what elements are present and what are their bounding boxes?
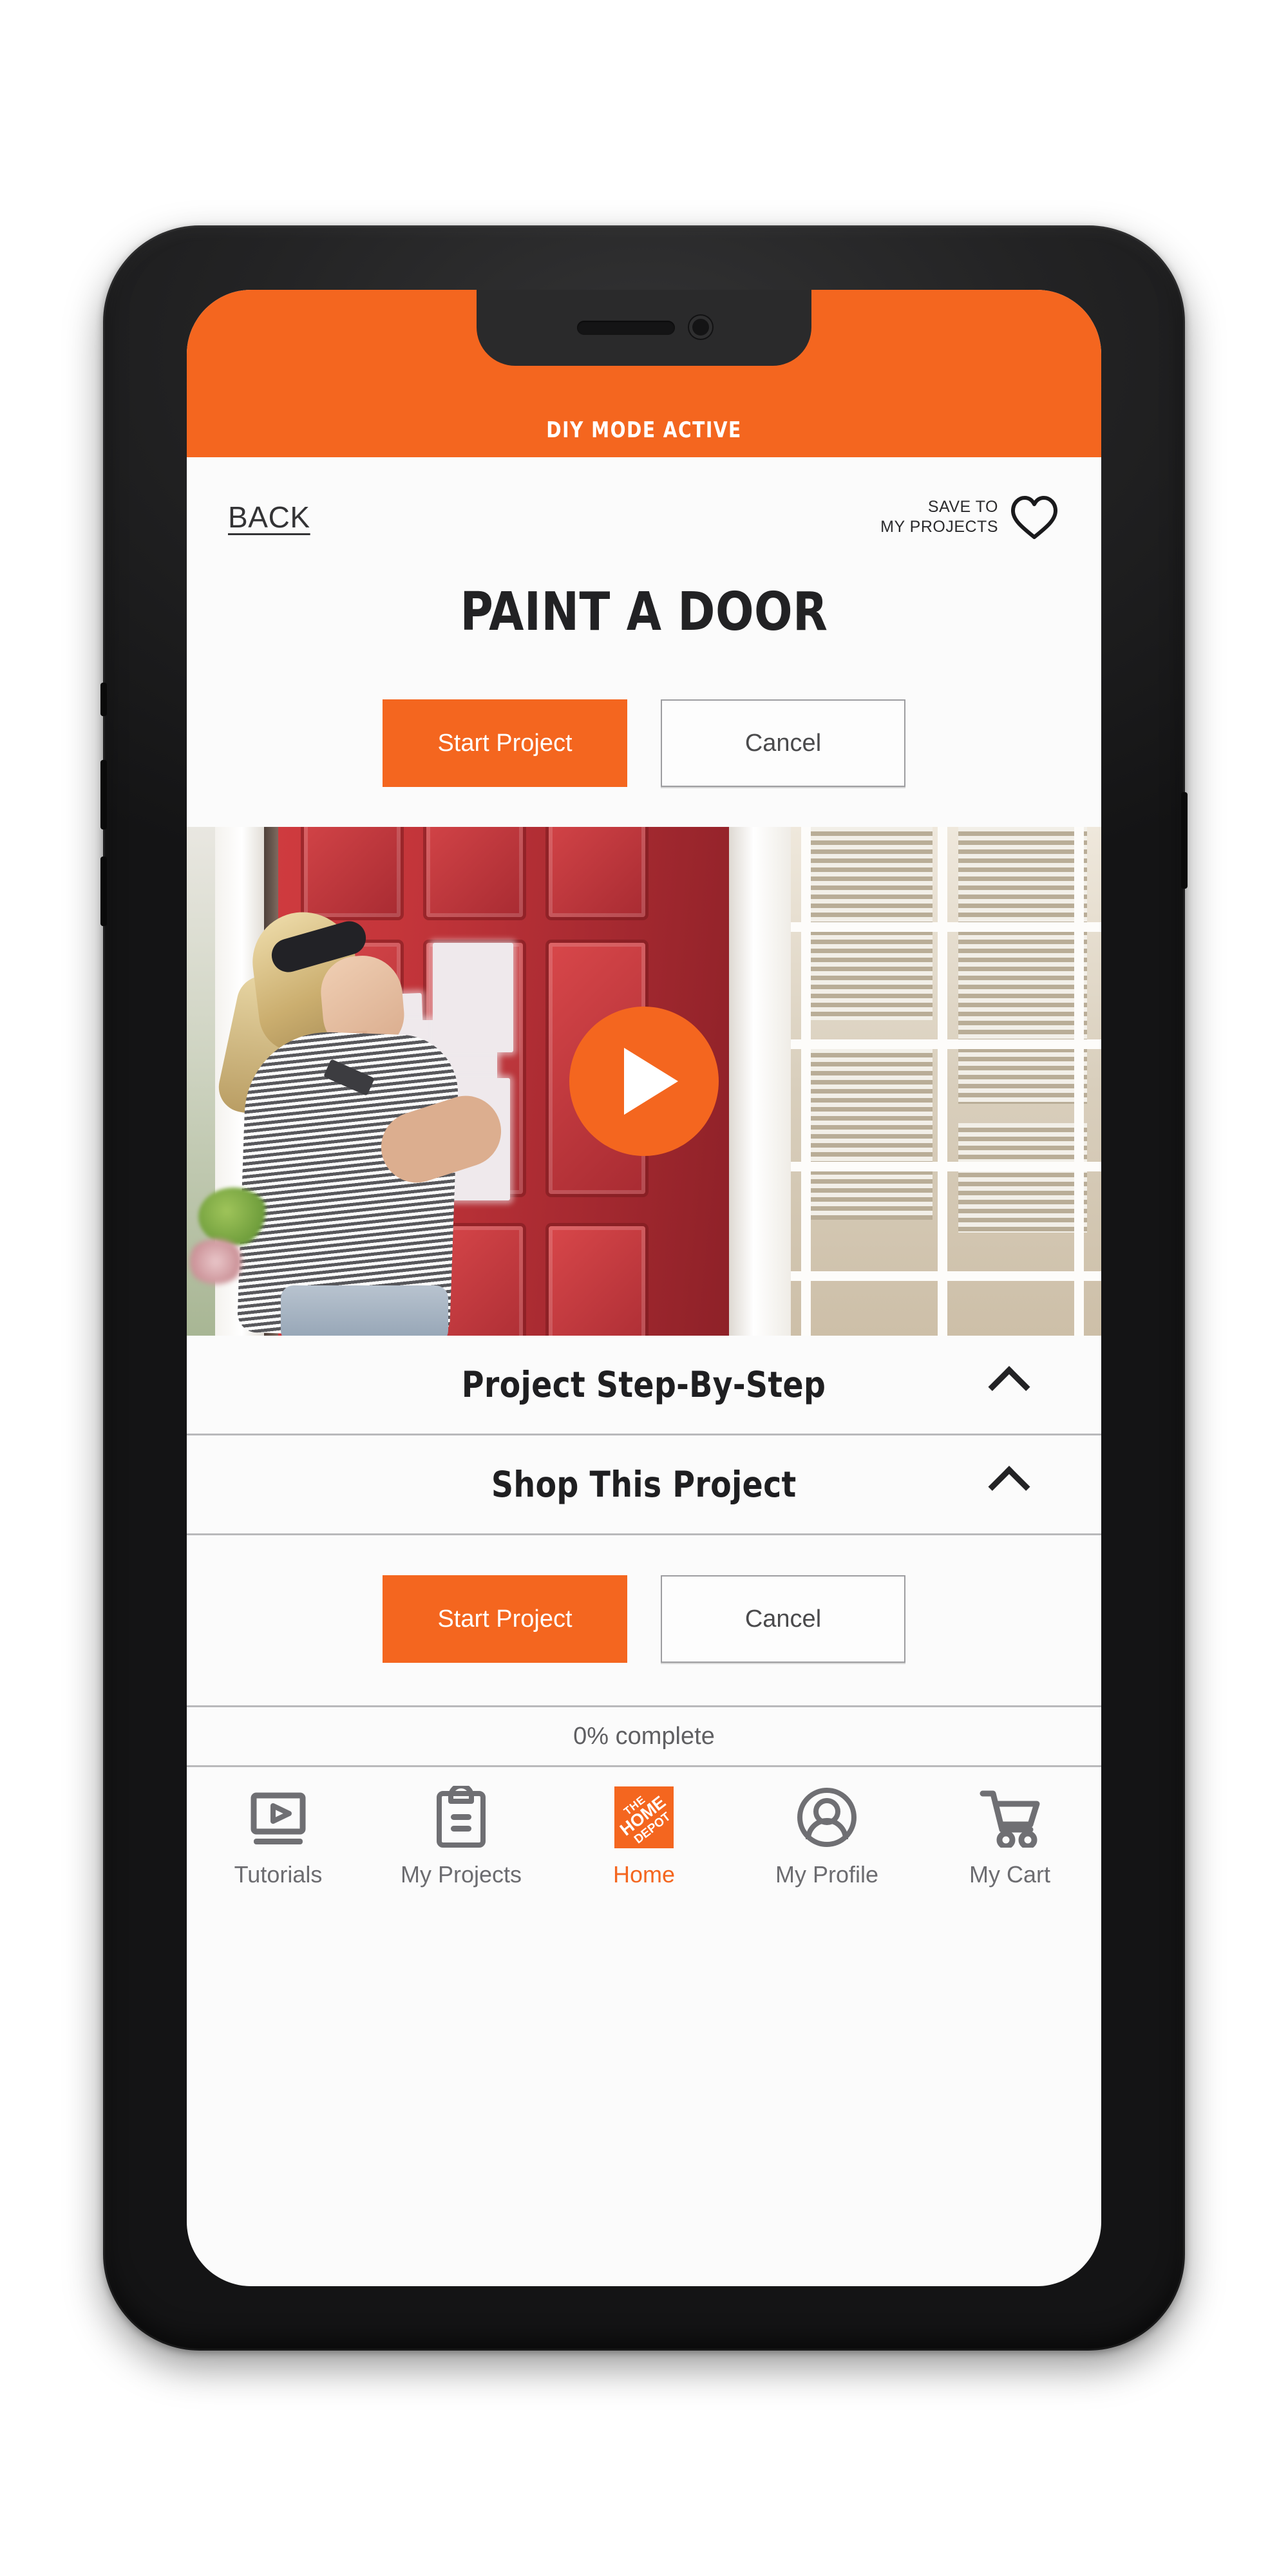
bottom-navigation-bar: Tutorials My Projects THE HOME DEPOT Hom… [187, 1767, 1101, 1954]
progress-status-bar: 0% complete [187, 1705, 1101, 1767]
save-to-my-projects-button[interactable]: SAVE TO MY PROJECTS [880, 495, 1059, 540]
heart-icon[interactable] [1010, 495, 1059, 540]
phone-volume-up-button[interactable] [100, 760, 107, 829]
diy-mode-status-bar: DIY MODE ACTIVE [187, 290, 1101, 457]
screen-top-bar: BACK SAVE TO MY PROJECTS [187, 457, 1101, 576]
accordion-shop-this-project[interactable]: Shop This Project [187, 1435, 1101, 1535]
primary-action-row-bottom: Start Project Cancel [187, 1535, 1101, 1705]
front-camera-icon [689, 316, 712, 339]
play-triangle-glyph [624, 1048, 678, 1115]
start-project-button-top[interactable]: Start Project [383, 699, 627, 787]
phone-volume-down-button[interactable] [100, 857, 107, 926]
phone-notch [477, 290, 811, 366]
nav-item-tutorials[interactable]: Tutorials [194, 1784, 362, 1888]
nav-label: My Cart [969, 1861, 1050, 1888]
shopping-cart-icon [979, 1784, 1041, 1851]
phone-screen: DIY MODE ACTIVE BACK SAVE TO MY PROJECTS… [187, 290, 1101, 2286]
save-to-my-projects-label: SAVE TO MY PROJECTS [880, 497, 998, 537]
save-label-line-2: MY PROJECTS [880, 517, 998, 536]
nav-label: My Profile [775, 1861, 879, 1888]
nav-item-my-projects[interactable]: My Projects [377, 1784, 545, 1888]
nav-label: Home [612, 1861, 676, 1888]
back-link[interactable]: BACK [228, 500, 310, 535]
user-circle-icon [796, 1784, 858, 1851]
home-depot-logo-icon: THE HOME DEPOT [614, 1784, 674, 1851]
chevron-up-icon[interactable] [988, 1466, 1030, 1508]
phone-mute-switch[interactable] [100, 683, 107, 716]
cancel-button-top[interactable]: Cancel [661, 699, 905, 787]
nav-item-my-cart[interactable]: My Cart [926, 1784, 1094, 1888]
earpiece-speaker-icon [577, 321, 675, 335]
save-label-line-1: SAVE TO [927, 497, 998, 516]
nav-item-home[interactable]: THE HOME DEPOT Home [560, 1784, 728, 1888]
page-title: PAINT A DOOR [460, 582, 828, 643]
video-player-icon [251, 1784, 306, 1851]
chevron-up-icon[interactable] [988, 1366, 1030, 1408]
clipboard-icon [435, 1784, 487, 1851]
nav-label: My Projects [400, 1861, 522, 1888]
accordion-project-step-by-step[interactable]: Project Step-By-Step [187, 1336, 1101, 1435]
phone-power-button[interactable] [1181, 792, 1188, 889]
screenshot-canvas: DIY MODE ACTIVE BACK SAVE TO MY PROJECTS… [0, 0, 1288, 2576]
start-project-button-bottom[interactable]: Start Project [383, 1575, 627, 1663]
play-icon[interactable] [569, 1007, 719, 1156]
cancel-button-bottom[interactable]: Cancel [661, 1575, 905, 1663]
nav-label: Tutorials [234, 1861, 323, 1888]
accordion-label: Shop This Project [491, 1464, 797, 1505]
nav-item-my-profile[interactable]: My Profile [743, 1784, 911, 1888]
accordion-label: Project Step-By-Step [462, 1364, 826, 1405]
diy-mode-label: DIY MODE ACTIVE [546, 417, 742, 443]
primary-action-row-top: Start Project Cancel [187, 643, 1101, 827]
progress-label: 0% complete [573, 1722, 715, 1750]
project-video-thumbnail[interactable] [187, 827, 1101, 1336]
